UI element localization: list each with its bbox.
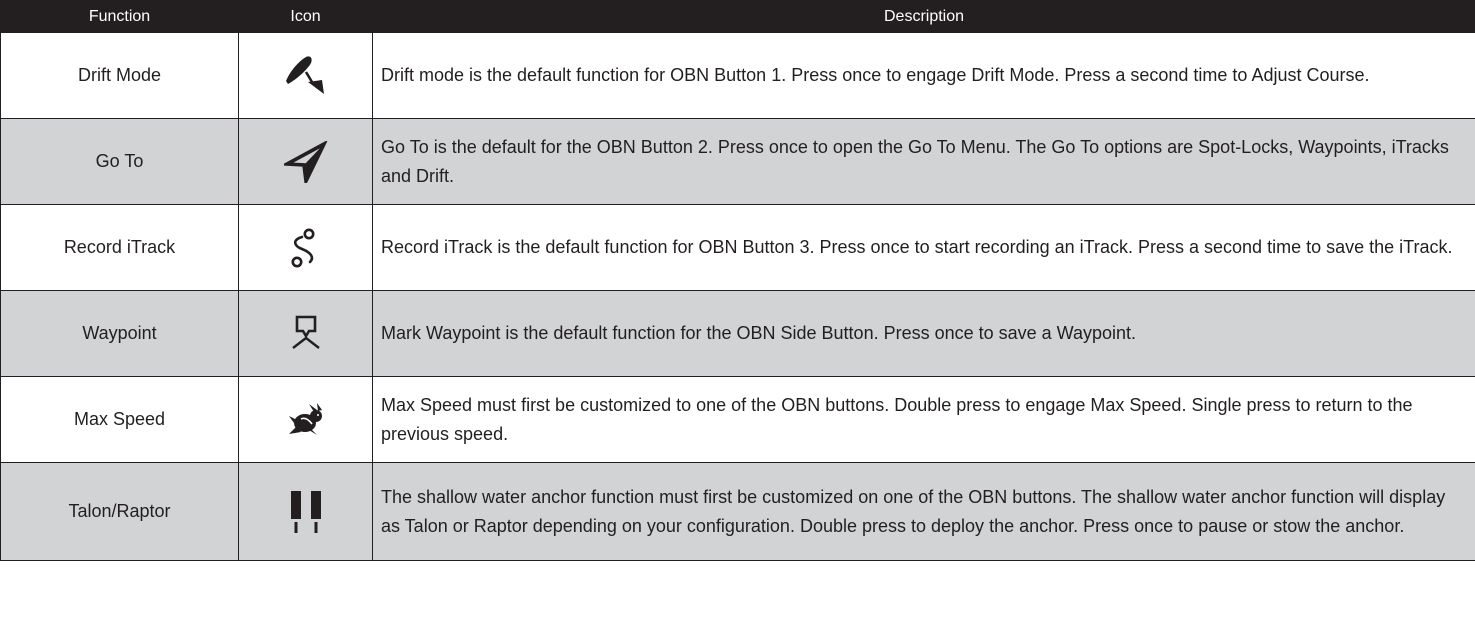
description-cell: Drift mode is the default function for O… bbox=[372, 32, 1475, 119]
table-row: Go To Go To is the default for the OBN B… bbox=[0, 118, 1475, 205]
icon-cell bbox=[238, 204, 373, 291]
table-row: Record iTrack Record iTrack is the defau… bbox=[0, 204, 1475, 291]
icon-cell bbox=[238, 462, 373, 561]
record-itrack-icon bbox=[291, 228, 314, 267]
icon-cell bbox=[238, 290, 373, 377]
description-cell: Record iTrack is the default function fo… bbox=[372, 204, 1475, 291]
function-cell: Waypoint bbox=[0, 290, 239, 377]
function-cell: Drift Mode bbox=[0, 32, 239, 119]
header-description: Description bbox=[372, 0, 1475, 33]
description-cell: Go To is the default for the OBN Button … bbox=[372, 118, 1475, 205]
function-cell: Record iTrack bbox=[0, 204, 239, 291]
shallow-water-anchor-icon bbox=[290, 490, 321, 533]
description-cell: The shallow water anchor function must f… bbox=[372, 462, 1475, 561]
rabbit-icon bbox=[288, 402, 322, 435]
header-icon: Icon bbox=[238, 0, 373, 33]
obn-function-table: Function Icon Description Drift Mode Dri… bbox=[0, 0, 1475, 561]
waypoint-icon bbox=[291, 315, 320, 349]
description-cell: Mark Waypoint is the default function fo… bbox=[372, 290, 1475, 377]
go-to-arrow-icon bbox=[283, 140, 327, 183]
function-cell: Go To bbox=[0, 118, 239, 205]
icon-cell bbox=[238, 376, 373, 463]
table-header-row: Function Icon Description bbox=[0, 0, 1475, 33]
table-row: Max Speed Max Speed must first be custom… bbox=[0, 376, 1475, 463]
function-cell: Max Speed bbox=[0, 376, 239, 463]
drift-mode-icon bbox=[285, 55, 324, 94]
table-row: Drift Mode Drift mode is the default fun… bbox=[0, 32, 1475, 119]
icon-cell bbox=[238, 118, 373, 205]
description-cell: Max Speed must first be customized to on… bbox=[372, 376, 1475, 463]
table-row: Waypoint Mark Waypoint is the default fu… bbox=[0, 290, 1475, 377]
header-function: Function bbox=[0, 0, 239, 33]
table-row: Talon/Raptor The shallow water anchor fu… bbox=[0, 462, 1475, 561]
function-cell: Talon/Raptor bbox=[0, 462, 239, 561]
icon-cell bbox=[238, 32, 373, 119]
